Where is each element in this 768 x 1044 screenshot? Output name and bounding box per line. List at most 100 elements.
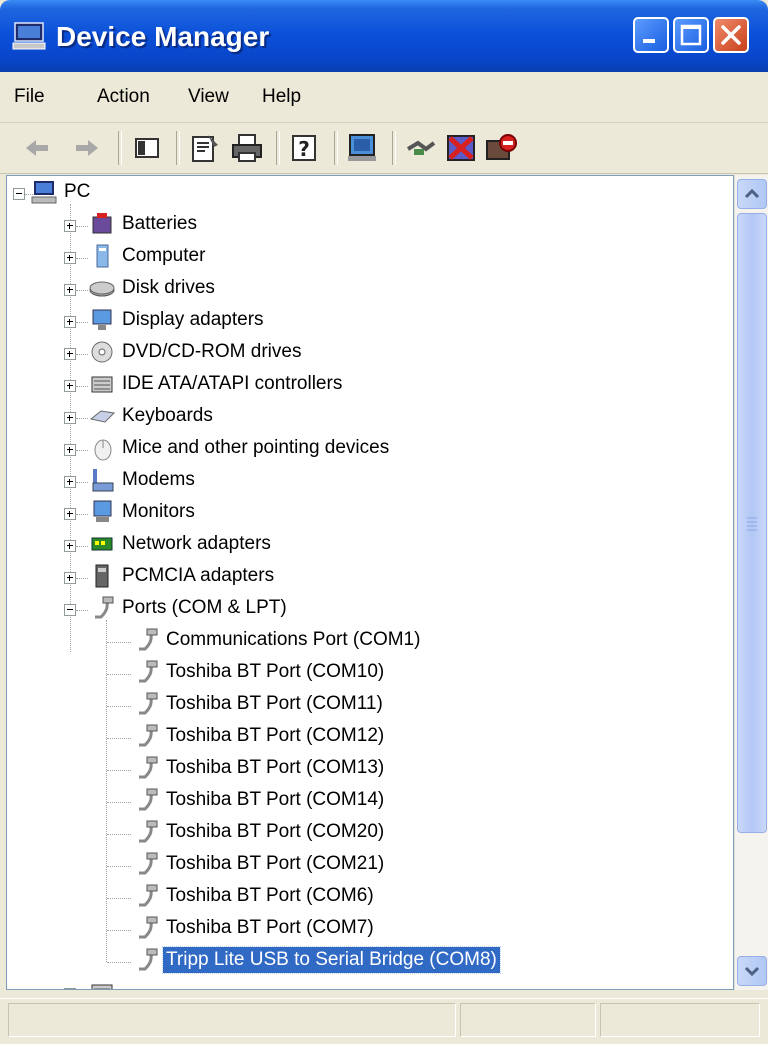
menu-view[interactable]: View (188, 86, 229, 108)
tree-item-port[interactable]: Toshiba BT Port (COM20) (133, 818, 387, 846)
back-arrow-icon[interactable] (20, 131, 54, 165)
tree-expand-toggle[interactable] (64, 508, 76, 520)
computer-icon (12, 22, 46, 50)
minimize-button[interactable] (633, 17, 669, 53)
chevron-up-icon (744, 188, 760, 199)
device-tree[interactable]: PC Batteries Computer Disk drives Display ad… (6, 175, 734, 990)
tree-category[interactable]: Disk drives (89, 274, 218, 302)
tree-expand-toggle[interactable] (64, 444, 76, 456)
title-bar[interactable]: Device Manager (0, 0, 768, 72)
device-manager-window: Device Manager File Action View Help ? P… (0, 0, 768, 1044)
tree-expand-toggle[interactable] (64, 284, 76, 296)
tree-expand-toggle[interactable] (64, 380, 76, 392)
tree-item-port[interactable]: Toshiba BT Port (COM6) (133, 882, 377, 910)
tree-expand-toggle[interactable] (64, 316, 76, 328)
tree-expand-toggle[interactable] (64, 412, 76, 424)
tree-item-port[interactable]: Toshiba BT Port (COM10) (133, 658, 387, 686)
scan-hardware-icon[interactable] (346, 131, 380, 165)
tree-root[interactable]: PC (31, 178, 93, 206)
tree-expand-toggle[interactable] (64, 988, 76, 989)
serial-port-icon (139, 948, 158, 971)
network-icon (91, 537, 113, 551)
tree-expand-toggle[interactable] (64, 540, 76, 552)
tree-category[interactable]: Modems (89, 466, 198, 494)
tree-expand-toggle[interactable] (64, 348, 76, 360)
update-driver-icon[interactable] (404, 131, 438, 165)
status-pane-2 (460, 1003, 596, 1037)
show-hide-tree-icon[interactable] (130, 131, 164, 165)
close-button[interactable] (713, 17, 749, 53)
serial-port-icon (139, 724, 158, 747)
serial-port-icon (139, 628, 158, 651)
window-title: Device Manager (56, 21, 270, 52)
scroll-thumb[interactable] (737, 213, 767, 833)
tree-expand-toggle[interactable] (64, 252, 76, 264)
serial-port-icon (139, 660, 158, 683)
print-icon[interactable] (230, 131, 264, 165)
tree-category[interactable]: Mice and other pointing devices (89, 434, 392, 462)
svg-text:?: ? (298, 137, 310, 161)
tree-item-port[interactable]: Toshiba BT Port (COM12) (133, 722, 387, 750)
tree-item-port[interactable]: Communications Port (COM1) (133, 626, 423, 654)
tree-item-port[interactable]: Toshiba BT Port (COM11) (133, 690, 386, 718)
close-icon (721, 25, 741, 45)
tree-expand-toggle[interactable] (64, 572, 76, 584)
tree-expand-toggle[interactable] (64, 220, 76, 232)
tree-item-port[interactable]: Toshiba BT Port (COM14) (133, 786, 387, 814)
pcmcia-icon (95, 564, 109, 588)
tree-item-port[interactable]: Toshiba BT Port (COM21) (133, 850, 387, 878)
status-pane-main (8, 1003, 456, 1037)
tree-category[interactable]: Ports (COM & LPT) (89, 594, 290, 622)
tree-expand-toggle[interactable] (64, 476, 76, 488)
properties-icon[interactable] (188, 131, 222, 165)
maximize-button[interactable] (673, 17, 709, 53)
pc-icon (96, 244, 109, 268)
tree-item-port[interactable]: Toshiba BT Port (COM7) (133, 914, 377, 942)
mouse-icon (94, 439, 112, 461)
tree-category[interactable]: Computer (89, 242, 208, 270)
help-icon[interactable]: ? (288, 131, 322, 165)
tree-collapse-toggle[interactable] (13, 188, 25, 200)
disk-icon (89, 281, 115, 297)
tree-category[interactable]: Batteries (89, 210, 200, 238)
tree-category[interactable]: Monitors (89, 498, 198, 526)
processor-icon (91, 984, 113, 989)
ide-icon (91, 376, 113, 393)
toolbar: ? (0, 123, 768, 174)
status-bar (0, 998, 768, 1044)
disable-device-icon[interactable] (484, 131, 518, 165)
tree-category[interactable]: Keyboards (89, 402, 216, 430)
serial-port-icon (139, 756, 158, 779)
menu-help[interactable]: Help (262, 86, 301, 108)
menu-file[interactable]: File (14, 86, 45, 108)
tree-category[interactable]: IDE ATA/ATAPI controllers (89, 370, 345, 398)
port-icon (95, 596, 114, 619)
tree-item-selected[interactable]: Tripp Lite USB to Serial Bridge (COM8) (133, 946, 501, 974)
toolbar-separator (392, 131, 396, 165)
toolbar-separator (176, 131, 180, 165)
tree-root-label: PC (64, 181, 91, 202)
tree-category[interactable]: Display adapters (89, 306, 267, 334)
battery-icon (92, 213, 112, 234)
status-pane-3 (600, 1003, 760, 1037)
chevron-down-icon (744, 966, 760, 977)
scroll-down-button[interactable] (737, 956, 767, 986)
serial-port-icon (139, 692, 158, 715)
display-icon (92, 309, 112, 330)
keyboard-icon (89, 410, 115, 423)
maximize-icon (680, 24, 702, 46)
menu-action[interactable]: Action (97, 86, 150, 108)
tree-category[interactable]: DVD/CD-ROM drives (89, 338, 304, 366)
tree-category-clipped[interactable] (89, 978, 119, 989)
serial-port-icon (139, 852, 158, 875)
tree-category[interactable]: PCMCIA adapters (89, 562, 277, 590)
vertical-scrollbar[interactable] (734, 175, 768, 990)
forward-arrow-icon[interactable] (70, 131, 104, 165)
tree-category[interactable]: Network adapters (89, 530, 274, 558)
uninstall-icon[interactable] (444, 131, 478, 165)
tree-item-port[interactable]: Toshiba BT Port (COM13) (133, 754, 387, 782)
serial-port-icon (139, 916, 158, 939)
tree-expand-toggle[interactable] (64, 604, 76, 616)
dvd-icon (91, 341, 113, 363)
scroll-up-button[interactable] (737, 179, 767, 209)
